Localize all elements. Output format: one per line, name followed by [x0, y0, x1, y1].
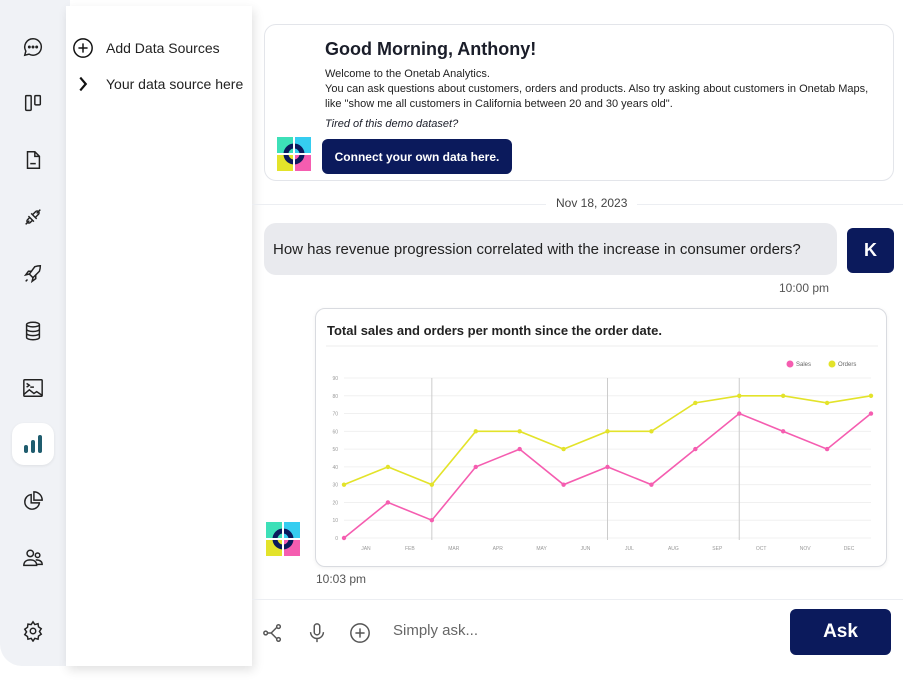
chat-icon[interactable] [12, 26, 54, 68]
bot-message-time: 10:03 pm [316, 572, 367, 586]
x-tick-label: JUN [581, 546, 591, 552]
y-tick-label: 50 [332, 447, 338, 453]
data-point-orders [868, 393, 874, 398]
attach-plus-icon[interactable] [349, 622, 371, 644]
data-point-sales [429, 518, 435, 523]
data-source-label: Your data source here [106, 76, 244, 92]
y-tick-label: 70 [332, 412, 338, 418]
welcome-line: Welcome to the Onetab Analytics. [325, 68, 490, 80]
data-sources-panel: Add Data Sources Your data source here [66, 6, 252, 666]
onetab-logo [277, 137, 311, 171]
x-tick-label: JAN [361, 546, 371, 552]
x-tick-label: APR [493, 546, 504, 552]
connect-data-button[interactable]: Connect your own data here. [322, 139, 512, 174]
data-point-orders [385, 464, 391, 470]
data-point-orders [429, 482, 435, 487]
ask-button[interactable]: Ask [790, 609, 891, 655]
welcome-text: Welcome to the Onetab Analytics. You can… [325, 67, 885, 112]
x-tick-label: DEC [844, 546, 855, 552]
legend-label: Sales [796, 362, 811, 368]
data-point-orders [693, 400, 698, 406]
x-tick-label: NOV [800, 546, 812, 552]
add-data-sources-label: Add Data Sources [106, 40, 220, 56]
user-message: How has revenue progression correlated w… [264, 223, 837, 275]
rocket-icon[interactable] [12, 253, 54, 295]
pie-chart-icon[interactable] [12, 480, 54, 522]
data-point-orders [561, 446, 566, 452]
data-point-sales [473, 464, 478, 470]
data-point-sales [737, 411, 742, 416]
data-point-sales [693, 446, 698, 452]
data-point-orders [737, 393, 742, 398]
y-tick-label: 90 [332, 376, 338, 382]
data-point-sales [868, 411, 874, 416]
icon-rail [0, 0, 70, 666]
x-tick-label: MAY [536, 546, 547, 552]
data-point-orders [605, 429, 610, 434]
x-tick-label: MAR [448, 546, 460, 552]
x-tick-label: JUL [625, 546, 634, 552]
data-point-orders [824, 400, 830, 406]
line-chart: 0 10 20 30 40 50 60 70 80 90 JAN FEB MAR APR MAY JUN JUL… [326, 345, 878, 552]
x-tick-label: OCT [756, 546, 767, 552]
board-icon[interactable] [12, 82, 54, 124]
greeting-title: Good Morning, Anthony! [325, 39, 537, 59]
share-icon[interactable] [262, 622, 284, 644]
tired-text: Tired of this demo dataset? [325, 118, 459, 130]
chat-date: Nov 18, 2023 [546, 196, 638, 210]
data-point-orders [780, 393, 786, 398]
y-tick-label: 60 [332, 429, 338, 435]
legend-label: Orders [838, 362, 856, 368]
data-point-sales [824, 446, 830, 452]
data-point-orders [341, 482, 347, 487]
welcome-card: Good Morning, Anthony! Welcome to the On… [264, 24, 894, 181]
y-tick-label: 10 [332, 518, 338, 524]
document-icon[interactable] [12, 139, 54, 181]
y-tick-label: 30 [332, 483, 338, 489]
ask-input[interactable] [393, 622, 773, 639]
data-point-sales [780, 429, 786, 434]
data-point-sales [605, 464, 610, 470]
x-tick-label: AUG [668, 546, 679, 552]
chevron-right-icon [79, 76, 88, 92]
y-tick-label: 80 [332, 394, 338, 400]
plug-icon[interactable] [12, 196, 54, 238]
users-icon[interactable] [12, 537, 54, 579]
user-message-time: 10:00 pm [779, 281, 830, 295]
bot-avatar-logo [266, 522, 300, 556]
welcome-hint: You can ask questions about customers, o… [325, 83, 869, 110]
data-point-sales [561, 482, 566, 487]
database-icon[interactable] [12, 310, 54, 352]
data-point-orders [649, 429, 654, 434]
data-point-sales [341, 535, 347, 541]
user-avatar: K [847, 228, 894, 273]
data-point-sales [649, 482, 654, 487]
y-tick-label: 20 [332, 500, 338, 506]
input-divider [252, 599, 903, 600]
bar-chart-icon[interactable] [12, 423, 54, 465]
data-point-sales [385, 500, 391, 505]
data-point-sales [517, 446, 522, 452]
microphone-icon[interactable] [306, 622, 328, 644]
x-tick-label: FEB [405, 546, 415, 552]
plus-circle-icon [73, 38, 93, 58]
legend-marker [786, 360, 794, 368]
y-tick-label: 40 [332, 465, 338, 471]
chart-card: Total sales and orders per month since t… [315, 308, 887, 567]
data-point-orders [517, 429, 522, 434]
add-data-sources-button[interactable]: Add Data Sources [72, 37, 220, 59]
terminal-image-icon[interactable] [12, 367, 54, 409]
data-point-orders [473, 429, 478, 434]
y-tick-label: 0 [335, 536, 338, 542]
data-source-item[interactable]: Your data source here [72, 73, 243, 95]
x-tick-label: SEP [712, 546, 723, 552]
legend-marker [828, 360, 836, 368]
settings-icon[interactable] [12, 610, 54, 652]
